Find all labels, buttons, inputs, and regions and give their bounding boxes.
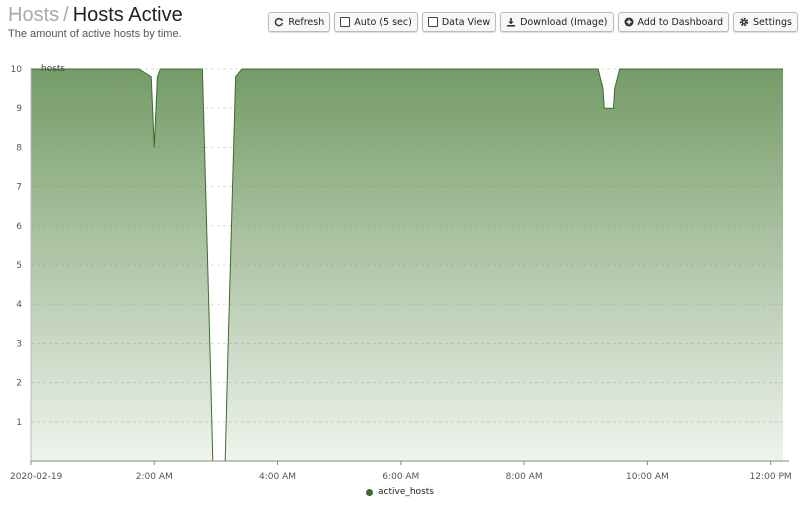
- y-tick-label: 3: [16, 339, 22, 349]
- x-tick-label: 2020-02-19: [10, 472, 63, 482]
- x-tick-label: 6:00 AM: [382, 472, 419, 482]
- x-tick-label: 2:00 AM: [136, 472, 173, 482]
- y-tick-label: 7: [16, 183, 22, 193]
- y-tick-label: 6: [16, 222, 22, 232]
- legend-dot-icon: [366, 488, 373, 496]
- y-tick-label: 8: [16, 143, 22, 153]
- y-tick-label: 4: [16, 300, 22, 310]
- y-tick-label: 5: [16, 261, 22, 271]
- y-tick-label: 1: [16, 418, 22, 428]
- legend-item-active-hosts[interactable]: active_hosts: [378, 487, 434, 497]
- y-axis-unit-label: hosts: [41, 64, 65, 74]
- hosts-area-chart[interactable]: 1 2 3 4 5 6 7 8 9 10 2020-02-19 2:00 AM 4:00 AM 6:00…: [0, 0, 800, 507]
- x-tick-label: 4:00 AM: [259, 472, 296, 482]
- x-axis-ticks: 2020-02-19 2:00 AM 4:00 AM 6:00 AM 8:00 AM 10…: [10, 461, 792, 482]
- x-tick-label: 12:00 PM: [750, 472, 792, 482]
- active-hosts-area[interactable]: [31, 69, 783, 461]
- y-axis-ticks: 1 2 3 4 5 6 7 8 9 10: [11, 65, 23, 428]
- x-tick-label: 10:00 AM: [626, 472, 669, 482]
- x-tick-label: 8:00 AM: [506, 472, 543, 482]
- y-tick-label: 10: [11, 65, 23, 75]
- chart-legend: active_hosts: [0, 487, 800, 497]
- y-tick-label: 9: [16, 104, 22, 114]
- y-tick-label: 2: [16, 379, 22, 389]
